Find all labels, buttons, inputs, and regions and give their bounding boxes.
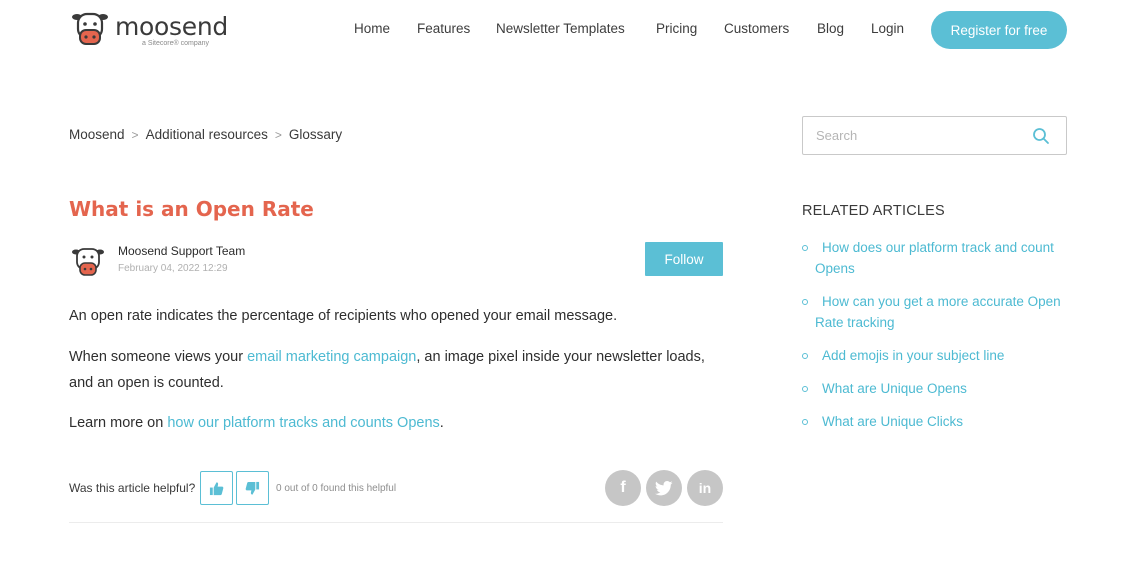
article-title: What is an Open Rate [69,197,314,221]
nav-blog[interactable]: Blog [817,21,844,36]
breadcrumb-separator: > [274,127,282,142]
related-article-item: What are Unique Clicks [802,412,1072,433]
article-paragraph: When someone views your email marketing … [69,349,705,391]
author-name[interactable]: Moosend Support Team [118,244,245,258]
nav-newsletter-templates[interactable]: Newsletter Templates [496,21,625,36]
helpful-count: 0 out of 0 found this helpful [276,483,397,494]
register-button[interactable]: Register for free [931,11,1067,49]
article-paragraph: Learn more on how our platform tracks an… [69,415,444,431]
nav-login[interactable]: Login [871,21,904,36]
search-icon[interactable] [1032,127,1050,145]
divider [69,522,723,523]
breadcrumb-additional-resources[interactable]: Additional resources [146,127,268,142]
site-header: moosend a Sitecore® company Home Feature… [0,0,1132,62]
bullet-icon [802,353,808,359]
helpful-question: Was this article helpful? [69,481,196,495]
vote-up-button[interactable] [200,471,233,505]
vote-down-button[interactable] [236,471,269,505]
nav-features[interactable]: Features [417,21,470,36]
bullet-icon [802,419,808,425]
email-marketing-campaign-link[interactable]: email marketing campaign [247,349,416,365]
thumbs-down-icon [245,481,260,495]
related-article-link[interactable]: How does our platform track and count Op… [802,238,1072,279]
author-avatar [72,248,104,276]
share-linkedin-button[interactable]: in [687,470,723,506]
share-twitter-button[interactable] [646,470,682,506]
related-article-item: How does our platform track and count Op… [802,238,1072,279]
bullet-icon [802,245,808,251]
article-paragraph: An open rate indicates the percentage of… [69,308,618,324]
linkedin-icon: in [698,480,712,496]
facebook-icon: f [620,479,626,496]
logo-name: moosend [115,12,228,41]
bullet-icon [802,386,808,392]
breadcrumb-separator: > [131,127,139,142]
logo-subtitle: a Sitecore® company [142,40,210,47]
nav-pricing[interactable]: Pricing [656,21,697,36]
related-article-item: How can you get a more accurate Open Rat… [802,292,1072,333]
share-facebook-button[interactable]: f [605,470,641,506]
article-date: February 04, 2022 12:29 [118,263,228,274]
search-box [802,116,1067,155]
search-input[interactable] [816,117,1026,154]
nav-home[interactable]: Home [354,21,390,36]
twitter-icon [655,480,673,495]
breadcrumb-moosend[interactable]: Moosend [69,127,125,142]
thumbs-up-icon [209,481,224,495]
follow-button[interactable]: Follow [645,242,723,276]
related-article-link[interactable]: Add emojis in your subject line [802,346,1072,367]
related-articles-heading: RELATED ARTICLES [802,203,945,219]
related-article-link[interactable]: What are Unique Clicks [802,412,1072,433]
bullet-icon [802,299,808,305]
nav-customers[interactable]: Customers [724,21,789,36]
related-article-link[interactable]: How can you get a more accurate Open Rat… [802,292,1072,333]
tracks-and-counts-opens-link[interactable]: how our platform tracks and counts Opens [167,415,439,431]
breadcrumb: Moosend > Additional resources > Glossar… [69,127,342,142]
related-article-item: Add emojis in your subject line [802,346,1072,367]
breadcrumb-glossary[interactable]: Glossary [289,127,342,142]
moosend-logo[interactable]: moosend a Sitecore® company [69,8,228,50]
related-article-item: What are Unique Opens [802,379,1072,400]
cow-logo-icon [72,12,108,45]
related-article-link[interactable]: What are Unique Opens [802,379,1072,400]
